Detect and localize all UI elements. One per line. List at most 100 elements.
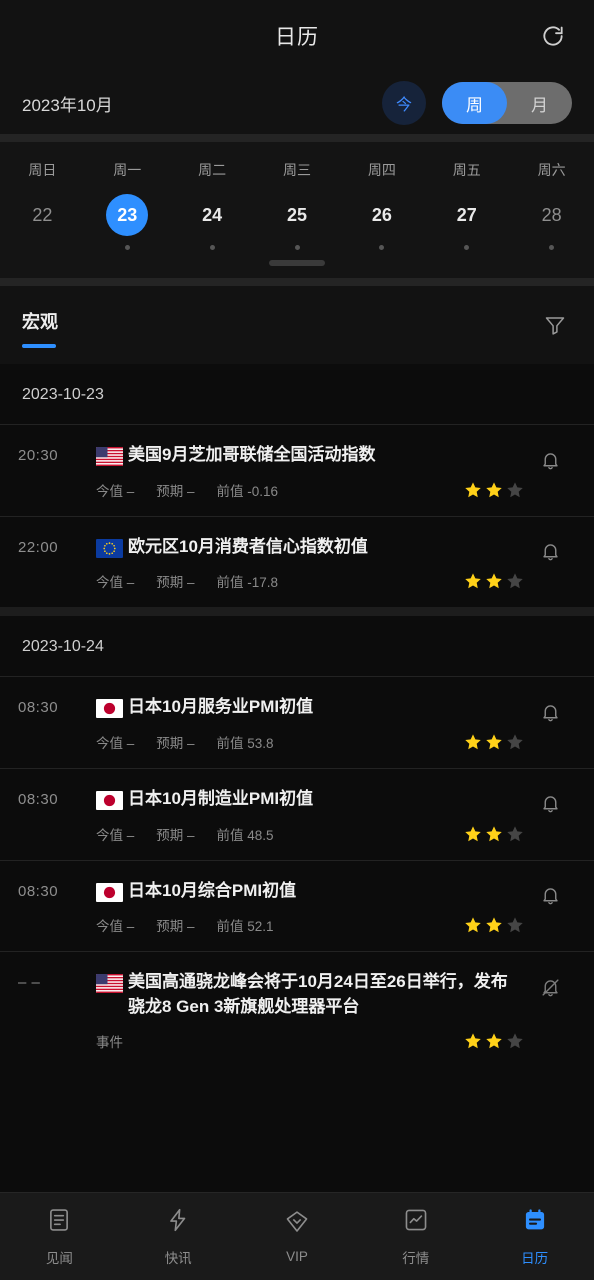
event-row[interactable]: 08:30 日本10月制造业PMI初值 今值 – 预期 – 前值 48.5 <box>0 767 594 860</box>
nav-label: 见闻 <box>45 1250 73 1266</box>
expand-handle[interactable] <box>0 250 594 278</box>
star-empty-icon <box>507 573 523 589</box>
tab-macro-label: 宏观 <box>22 312 58 332</box>
nav-item-flash[interactable]: 快讯 <box>119 1207 238 1267</box>
importance-stars <box>464 481 524 499</box>
event-forecast: 预期 – <box>156 827 195 843</box>
star-filled-icon <box>486 573 502 589</box>
event-time: 22:00 <box>18 538 59 556</box>
event-title: 欧元区10月消费者信心指数初值 <box>128 536 368 556</box>
nav-item-market[interactable]: 行情 <box>356 1207 475 1267</box>
grabber-bar <box>269 260 325 266</box>
day-cell-27[interactable]: 27 <box>424 194 509 250</box>
view-mode-toggle[interactable]: 周 月 <box>442 82 572 124</box>
bottom-navigation: 见闻 快讯 VIP 行情 日历 <box>0 1192 594 1280</box>
tab-macro[interactable]: 宏观 <box>22 308 58 348</box>
weekday-cell: 周日 <box>0 152 85 194</box>
event-actual: 今值 – <box>96 483 135 499</box>
nav-label: 快讯 <box>164 1250 192 1266</box>
star-filled-icon <box>486 917 502 933</box>
event-row[interactable]: 22:00 欧元区10月消费者信心指数初值 今值 – 预期 – 前值 -17.8 <box>0 515 594 608</box>
event-time: 08:30 <box>18 882 59 900</box>
star-filled-icon <box>486 481 502 497</box>
event-row[interactable]: 08:30 日本10月综合PMI初值 今值 – 预期 – 前值 52.1 <box>0 859 594 952</box>
event-previous: 前值 -0.16 <box>216 483 279 499</box>
bell-icon[interactable] <box>537 539 563 565</box>
star-filled-icon <box>465 1033 481 1049</box>
event-row[interactable]: 08:30 日本10月服务业PMI初值 今值 – 预期 – 前值 53.8 <box>0 676 594 768</box>
flag-eu-icon <box>96 538 123 558</box>
event-previous: 前值 -17.8 <box>216 575 279 591</box>
event-title: 日本10月综合PMI初值 <box>128 880 297 900</box>
page-title: 日历 <box>275 26 319 49</box>
flag-jp-icon <box>96 882 123 902</box>
day-cell-23[interactable]: 23 <box>85 194 170 250</box>
filter-icon[interactable] <box>538 308 572 342</box>
event-forecast: 预期 – <box>156 575 195 591</box>
event-row[interactable]: 20:30 美国9月芝加哥联储全国活动指数 今值 – 预期 – 前值 -0.16 <box>0 424 594 516</box>
event-row[interactable]: – – 美国高通骁龙峰会将于10月24日至26日举行，发布骁龙8 Gen 3新旗… <box>0 951 594 1068</box>
weekday-cell: 周四 <box>339 152 424 194</box>
nav-label: 日历 <box>521 1250 549 1266</box>
star-filled-icon <box>465 573 481 589</box>
weekday-label: 周日 <box>28 162 57 178</box>
day-event-dot <box>549 245 555 250</box>
star-filled-icon <box>465 481 481 497</box>
event-title-line: 日本10月制造业PMI初值 <box>96 787 524 812</box>
event-previous: 前值 53.8 <box>216 735 274 751</box>
event-title: 美国9月芝加哥联储全国活动指数 <box>128 445 376 464</box>
weekday-cell: 周六 <box>509 152 594 194</box>
day-cell-26[interactable]: 26 <box>339 194 424 250</box>
weekday-cell: 周五 <box>424 152 509 194</box>
day-event-dot <box>40 245 45 250</box>
event-actions <box>524 879 576 936</box>
bell-icon[interactable] <box>537 699 563 725</box>
day-cell-22[interactable]: 22 <box>0 194 85 250</box>
flag-jp-icon <box>96 699 123 719</box>
category-tab-bar: 宏观 <box>0 286 594 364</box>
today-button[interactable]: 今 <box>382 81 426 125</box>
event-meta-row: 今值 – 预期 – 前值 52.1 <box>96 915 524 935</box>
star-filled-icon <box>486 734 502 750</box>
month-bar: 2023年10月 今 周 月 <box>0 72 594 134</box>
day-number: 27 <box>456 204 477 225</box>
importance-stars <box>464 572 524 590</box>
importance-stars <box>464 1032 524 1050</box>
nav-item-news[interactable]: 见闻 <box>0 1207 119 1267</box>
day-number: 22 <box>32 204 53 225</box>
bell-icon[interactable] <box>537 791 563 817</box>
event-list[interactable]: 2023-10-23 20:30 美国9月芝加哥联储全国活动指数 今值 – 预期… <box>0 364 594 1192</box>
day-number: 23 <box>106 194 149 236</box>
bell-off-icon[interactable] <box>537 974 563 1000</box>
event-actual: 今值 – <box>96 827 135 843</box>
event-meta-row: 事件 <box>96 1031 524 1051</box>
flag-jp-icon <box>96 790 123 810</box>
nav-item-calendar[interactable]: 日历 <box>475 1207 594 1267</box>
event-body: 欧元区10月消费者信心指数初值 今值 – 预期 – 前值 -17.8 <box>96 535 524 592</box>
bell-icon[interactable] <box>537 883 563 909</box>
event-title-line: 日本10月综合PMI初值 <box>96 879 524 904</box>
event-meta-row: 今值 – 预期 – 前值 -0.16 <box>96 480 524 500</box>
nav-item-vip[interactable]: VIP <box>238 1209 357 1264</box>
calendar-icon <box>522 1207 548 1238</box>
nav-label: VIP <box>286 1249 308 1264</box>
star-filled-icon <box>465 917 481 933</box>
day-cell-24[interactable]: 24 <box>170 194 255 250</box>
event-previous: 前值 48.5 <box>216 827 274 843</box>
day-cell-25[interactable]: 25 <box>255 194 340 250</box>
event-title-line: 美国高通骁龙峰会将于10月24日至26日举行，发布骁龙8 Gen 3新旗舰处理器… <box>96 970 524 1019</box>
event-time: – – <box>18 974 41 992</box>
day-number: 26 <box>371 204 392 225</box>
toggle-week[interactable]: 周 <box>442 82 507 124</box>
toggle-month[interactable]: 月 <box>507 82 572 124</box>
event-actions <box>524 970 576 1051</box>
weekday-cell: 周一 <box>85 152 170 194</box>
day-cell-28[interactable]: 28 <box>509 194 594 250</box>
refresh-icon[interactable] <box>536 19 570 53</box>
event-title: 美国高通骁龙峰会将于10月24日至26日举行，发布骁龙8 Gen 3新旗舰处理器… <box>128 972 508 1016</box>
flash-icon <box>165 1207 191 1238</box>
event-forecast: 预期 – <box>156 735 195 751</box>
bell-icon[interactable] <box>537 447 563 473</box>
date-group-separator <box>0 607 594 617</box>
day-event-dot <box>124 245 130 250</box>
